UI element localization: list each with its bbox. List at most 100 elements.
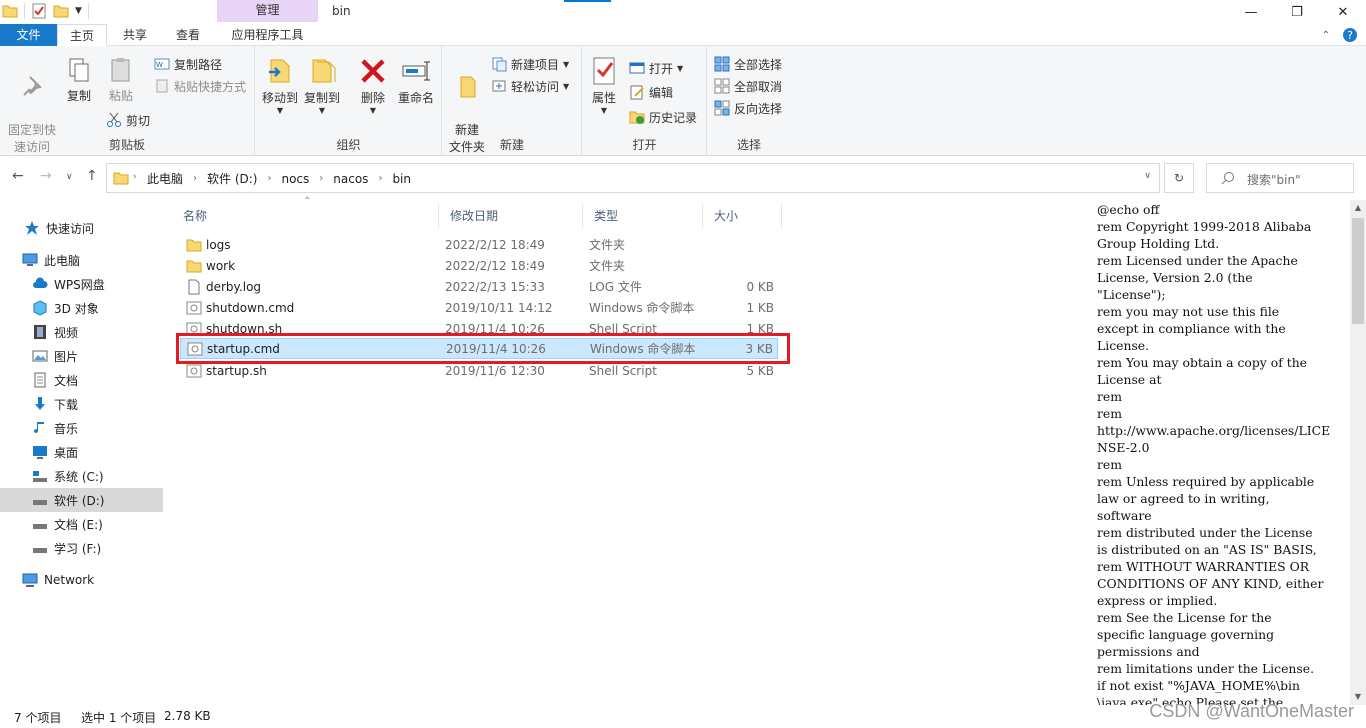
search-icon (1221, 172, 1234, 185)
column-header-type[interactable]: 类型 (583, 204, 703, 228)
breadcrumb-chevron-icon[interactable]: › (193, 173, 197, 184)
file-row[interactable]: shutdown.cmd 2019/10/11 14:12 Windows 命令… (180, 297, 778, 318)
copy-to-icon (312, 59, 336, 83)
nav-item-downloads[interactable]: 下载 (0, 392, 163, 416)
nav-item-3d-objects[interactable]: 3D 对象 (0, 296, 163, 320)
preview-line: rem you may not use this file (1097, 304, 1280, 319)
tab-share[interactable]: 共享 (109, 24, 161, 46)
nav-item-drive-f[interactable]: 学习 (F:) (0, 536, 163, 560)
move-to-button[interactable]: 移动到 ▼ (260, 56, 300, 115)
nav-item-pictures[interactable]: 图片 (0, 344, 163, 368)
nav-item-drive-e[interactable]: 文档 (E:) (0, 512, 163, 536)
document-icon (34, 372, 46, 388)
edit-button[interactable]: 编辑 (629, 82, 673, 102)
close-button[interactable]: ✕ (1320, 0, 1366, 24)
organize-group-label: 组织 (336, 138, 361, 152)
nav-quick-access[interactable]: 快速访问 (0, 216, 163, 240)
tab-view[interactable]: 查看 (163, 24, 213, 46)
new-folder-icon[interactable] (53, 3, 69, 19)
breadcrumb-item[interactable]: 此电脑 (147, 170, 183, 187)
preview-line: License at (1097, 372, 1162, 387)
nav-label: 视频 (54, 325, 79, 340)
context-tab-manage[interactable]: 管理 (217, 0, 318, 22)
status-selected-count: 选中 1 个项目 (81, 711, 157, 725)
refresh-icon: ↻ (1173, 171, 1185, 185)
open-button[interactable]: 打开 ▼ (629, 58, 683, 78)
select-all-button[interactable]: 全部选择 (714, 54, 782, 74)
forward-arrow-icon[interactable]: → (40, 168, 52, 184)
nav-item-videos[interactable]: 视频 (0, 320, 163, 344)
preview-scrollbar[interactable]: ▲ ▼ (1350, 200, 1366, 705)
new-item-button[interactable]: 新建项目 ▼ (491, 54, 569, 74)
breadcrumb-item[interactable]: nocs (281, 172, 309, 186)
scrollbar-thumb[interactable] (1352, 218, 1364, 324)
breadcrumb-root-chevron-icon[interactable]: › (133, 172, 137, 182)
column-header-date[interactable]: 修改日期 (439, 204, 583, 228)
picture-icon (32, 350, 48, 362)
select-none-button[interactable]: 全部取消 (714, 76, 782, 96)
tab-file[interactable]: 文件 (0, 24, 57, 46)
tab-home[interactable]: 主页 (57, 24, 107, 46)
qat-dropdown-icon[interactable]: ▼ (75, 6, 82, 16)
nav-network[interactable]: Network (0, 568, 163, 592)
copy-path-button[interactable]: W 复制路径 (154, 54, 222, 74)
nav-label: 学习 (F:) (54, 541, 102, 556)
nav-item-drive-d[interactable]: 软件 (D:) (0, 488, 163, 512)
breadcrumb-chevron-icon[interactable]: › (378, 173, 382, 184)
properties-check-icon[interactable] (31, 3, 47, 19)
system-drive-icon (33, 471, 47, 482)
search-box[interactable]: 搜索"bin" (1206, 163, 1354, 193)
new-item-dropdown-icon: ▼ (563, 59, 570, 69)
delete-button[interactable]: 删除 ▼ (356, 56, 390, 115)
breadcrumb-chevron-icon[interactable]: › (319, 173, 323, 184)
collapse-ribbon-icon[interactable]: ⌃ (1322, 30, 1330, 41)
cut-button[interactable]: 剪切 (106, 110, 150, 130)
breadcrumb-item[interactable]: bin (392, 172, 411, 186)
folder-icon (2, 5, 18, 18)
pin-icon (23, 76, 42, 96)
delete-dropdown-icon: ▼ (369, 106, 377, 115)
history-button[interactable]: 历史记录 (629, 107, 697, 127)
breadcrumb-item[interactable]: nacos (333, 172, 368, 186)
paste-shortcut-button[interactable]: 粘贴快捷方式 (154, 76, 246, 96)
select-group-label: 选择 (736, 138, 761, 152)
breadcrumb-chevron-icon[interactable]: › (267, 173, 271, 184)
nav-item-drive-c[interactable]: 系统 (C:) (0, 464, 163, 488)
recent-locations-chevron-icon[interactable]: ∨ (66, 172, 73, 182)
paste-button[interactable]: 粘贴 (104, 56, 138, 105)
up-arrow-icon[interactable]: ↑ (86, 168, 98, 184)
preview-line: License, Version 2.0 (the (1097, 270, 1253, 285)
nav-item-wps[interactable]: WPS网盘 (0, 272, 163, 296)
easy-access-button[interactable]: 轻松访问 ▼ (491, 76, 569, 96)
breadcrumb-item[interactable]: 软件 (D:) (207, 170, 257, 187)
maximize-button[interactable]: ❐ (1274, 0, 1320, 24)
title-bar: ▼ 管理 bin — ❐ ✕ (0, 0, 1366, 24)
scroll-up-icon[interactable]: ▲ (1350, 200, 1366, 216)
preview-line: specific language governing (1097, 627, 1275, 642)
copy-button[interactable]: 复制 (62, 56, 96, 105)
file-row[interactable]: derby.log 2022/2/13 15:33 LOG 文件 0 KB (180, 276, 778, 297)
file-row[interactable]: work 2022/2/12 18:49 文件夹 (180, 255, 778, 276)
tab-app-tools[interactable]: 应用程序工具 (218, 24, 317, 46)
address-bar[interactable]: › 此电脑 › 软件 (D:) › nocs › nacos › bin ∨ (106, 163, 1160, 193)
file-row[interactable]: logs 2022/2/12 18:49 文件夹 (180, 234, 778, 255)
nav-item-desktop[interactable]: 桌面 (0, 440, 163, 464)
copy-to-button[interactable]: 复制到 ▼ (302, 56, 342, 115)
column-header-size[interactable]: 大小 (703, 204, 782, 228)
preview-line: License. (1097, 338, 1150, 353)
refresh-button[interactable]: ↻ (1164, 163, 1194, 193)
nav-this-pc[interactable]: 此电脑 (0, 248, 163, 272)
nav-item-documents[interactable]: 文档 (0, 368, 163, 392)
column-header-name[interactable]: 名称 (172, 204, 439, 228)
file-name: shutdown.cmd (206, 300, 295, 315)
properties-button[interactable]: 属性 ▼ (589, 56, 619, 115)
minimize-button[interactable]: — (1228, 0, 1274, 24)
properties-dropdown-icon: ▼ (600, 106, 608, 115)
rename-button[interactable]: 重命名 (394, 56, 438, 107)
history-icon (629, 111, 645, 124)
help-icon[interactable]: ? (1342, 27, 1358, 43)
invert-selection-button[interactable]: 反向选择 (714, 98, 782, 118)
address-dropdown-icon[interactable]: ∨ (1144, 171, 1151, 181)
nav-item-music[interactable]: 音乐 (0, 416, 163, 440)
back-arrow-icon[interactable]: ← (12, 168, 24, 184)
